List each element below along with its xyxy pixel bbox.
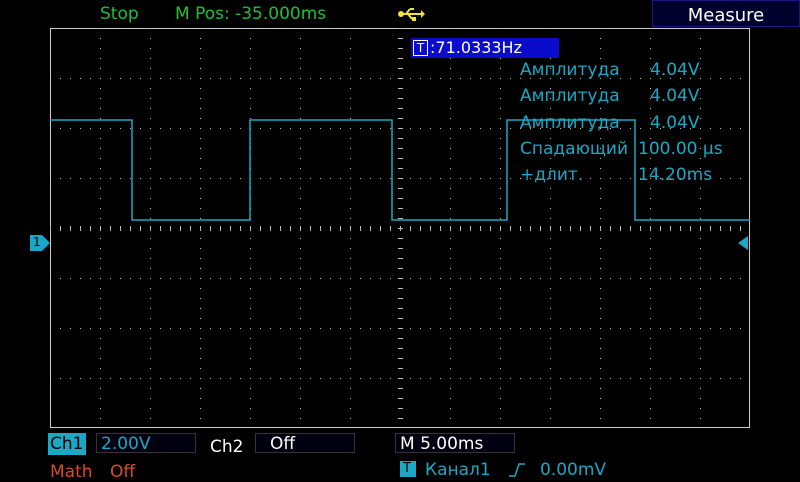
- math-value: Off: [110, 462, 136, 482]
- measurement-name: Амплитуда: [520, 113, 620, 133]
- ch2-label[interactable]: Ch2: [210, 437, 243, 457]
- measurement-row: Амплитуда 4.04V: [520, 60, 699, 80]
- measurement-name: +длит.: [520, 165, 584, 185]
- ch1-marker-label: 1: [33, 235, 41, 249]
- measurement-value: 4.04V: [650, 113, 700, 133]
- ch2-scale[interactable]: Off: [255, 433, 355, 454]
- waveform-display[interactable]: [50, 28, 750, 428]
- measurement-name: Амплитуда: [520, 60, 620, 80]
- ch1-label: Ch1: [50, 434, 84, 454]
- measurement-value: 4.04V: [650, 86, 700, 106]
- ch2-scale-value: Off: [270, 434, 296, 454]
- trigger-icon: T: [400, 461, 416, 477]
- trigger-level-marker[interactable]: [738, 236, 748, 250]
- trigger-t-icon: T: [413, 40, 428, 56]
- rising-edge-icon: [508, 462, 526, 482]
- measurement-row: Амплитуда 4.04V: [520, 86, 699, 106]
- timebase-value: M 5.00ms: [400, 434, 484, 454]
- measurement-row: +длит. 14.20ms: [520, 165, 712, 185]
- ch1-button[interactable]: Ch1: [48, 433, 86, 455]
- measure-menu-label: Measure: [687, 5, 765, 26]
- frequency-value: :71.0333Hz: [430, 38, 522, 57]
- measurement-name: Амплитуда: [520, 86, 620, 106]
- run-state[interactable]: Stop: [100, 4, 139, 24]
- ch1-scale-value: 2.00V: [101, 434, 151, 454]
- frequency-readout: T:71.0333Hz: [411, 38, 559, 58]
- measurement-name: Спадающий: [520, 139, 628, 159]
- timebase[interactable]: M 5.00ms: [395, 433, 515, 454]
- trigger-icon-label: T: [403, 461, 411, 476]
- measure-menu-button[interactable]: Measure: [652, 0, 800, 27]
- ch1-ground-marker[interactable]: 1: [30, 235, 50, 251]
- usb-icon: [397, 6, 425, 26]
- trigger-level: 0.00mV: [540, 460, 607, 480]
- math-label[interactable]: Math: [50, 462, 93, 482]
- measurement-row: Спадающий 100.00 µs: [520, 139, 723, 159]
- measurement-value: 4.04V: [650, 60, 700, 80]
- trigger-source[interactable]: Канал1: [425, 460, 491, 480]
- horizontal-position: M Pos: -35.000ms: [175, 4, 327, 24]
- measurement-value: 14.20ms: [638, 165, 713, 185]
- measurement-value: 100.00 µs: [638, 139, 723, 159]
- ch1-scale[interactable]: 2.00V: [96, 433, 196, 454]
- measurement-row: Амплитуда 4.04V: [520, 113, 699, 133]
